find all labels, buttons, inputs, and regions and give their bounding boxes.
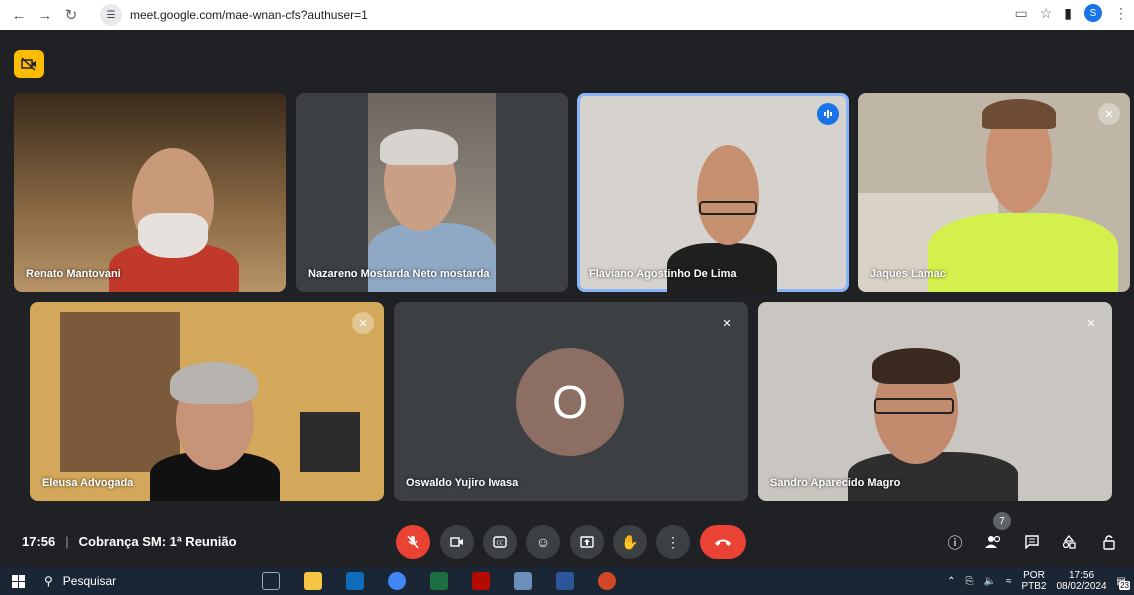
meeting-time: 17:56 <box>22 534 56 549</box>
volume-icon[interactable]: 🔈 <box>984 576 996 587</box>
network-icon[interactable]: ⎘ <box>966 576 974 587</box>
participant-figure <box>928 213 1118 292</box>
participant-figure <box>138 213 208 258</box>
clock-date: 08/02/2024 <box>1056 581 1107 592</box>
participant-tile[interactable]: O ✕ Oswaldo Yujiro Iwasa <box>394 302 748 501</box>
taskbar-search[interactable]: ⚲ Pesquisar <box>36 574 226 588</box>
mic-muted-icon: ✕ <box>1098 103 1120 125</box>
back-icon[interactable]: ← <box>8 4 30 26</box>
mic-toggle-button[interactable] <box>396 525 430 559</box>
speaking-indicator-icon <box>817 103 839 125</box>
participant-name: Eleusa Advogada <box>42 477 134 489</box>
language-code: POR <box>1023 570 1045 581</box>
participant-name: Renato Mantovani <box>26 268 121 280</box>
participant-figure <box>982 99 1056 129</box>
meeting-title: Cobrança SM: 1ª Reunião <box>78 534 237 549</box>
windows-start-icon[interactable] <box>0 567 36 595</box>
meet-stage: Renato Mantovani Nazareno Mostarda Neto … <box>0 30 1134 567</box>
activities-icon[interactable] <box>1057 530 1081 554</box>
meeting-details-icon[interactable]: ⓘ <box>943 530 967 554</box>
keyboard-language[interactable]: POR PTB2 <box>1021 570 1046 592</box>
chrome-icon[interactable] <box>388 572 406 590</box>
side-panel-icon[interactable]: ▮ <box>1064 5 1072 22</box>
participant-tile[interactable]: Nazareno Mostarda Neto mostarda <box>296 93 568 292</box>
participant-tile[interactable]: ✕ Jaques Lamac <box>858 93 1130 292</box>
meeting-info-separator: | <box>65 534 69 549</box>
meeting-controls-bar: 17:56 | Cobrança SM: 1ª Reunião CC ☺ ✋ ⋮… <box>0 512 1134 568</box>
participant-figure <box>872 348 960 384</box>
forward-icon[interactable]: → <box>34 4 56 26</box>
acrobat-icon[interactable] <box>472 572 490 590</box>
system-tray: ⌃ ⎘ 🔈 ≈ POR PTB2 17:56 08/02/2024 ▤23 <box>947 567 1130 595</box>
address-bar[interactable]: ☰ meet.google.com/mae-wnan-cfs?authuser=… <box>100 3 980 27</box>
file-explorer-icon[interactable] <box>304 572 322 590</box>
word-icon[interactable] <box>556 572 574 590</box>
powerpoint-icon[interactable] <box>598 572 616 590</box>
more-options-button[interactable]: ⋮ <box>656 525 690 559</box>
participant-tile[interactable]: Renato Mantovani <box>14 93 286 292</box>
mic-muted-icon: ✕ <box>1086 317 1096 330</box>
participant-figure <box>697 145 759 245</box>
search-icon: ⚲ <box>44 574 53 588</box>
leave-call-button[interactable] <box>700 525 746 559</box>
participant-avatar: O <box>516 348 624 456</box>
participant-name: Oswaldo Yujiro Iwasa <box>406 477 519 489</box>
tray-expand-icon[interactable]: ⌃ <box>947 576 955 587</box>
chat-icon[interactable] <box>1020 530 1044 554</box>
url-text: meet.google.com/mae-wnan-cfs?authuser=1 <box>130 8 368 22</box>
camera-off-badge-icon[interactable] <box>14 50 44 78</box>
mic-muted-icon: ✕ <box>722 317 732 330</box>
windows-taskbar: ⚲ Pesquisar ⌃ ⎘ 🔈 ≈ POR PTB2 17:56 08/02… <box>0 567 1134 595</box>
people-icon[interactable] <box>981 530 1005 554</box>
mic-muted-icon: ✕ <box>352 312 374 334</box>
captions-button[interactable]: CC <box>483 525 517 559</box>
participant-figure <box>380 129 458 165</box>
svg-text:CC: CC <box>497 541 504 547</box>
meeting-info: 17:56 | Cobrança SM: 1ª Reunião <box>22 534 237 549</box>
notification-count: 23 <box>1119 580 1130 590</box>
host-controls-icon[interactable] <box>1097 530 1121 554</box>
participant-figure <box>874 398 954 414</box>
site-info-icon[interactable]: ☰ <box>100 4 122 26</box>
emoji-reaction-button[interactable]: ☺ <box>526 525 560 559</box>
participant-tile[interactable]: ✕ Sandro Aparecido Magro <box>758 302 1112 501</box>
menu-kebab-icon[interactable]: ⋮ <box>1114 5 1128 22</box>
keyboard-layout: PTB2 <box>1021 581 1047 592</box>
raise-hand-button[interactable]: ✋ <box>613 525 647 559</box>
notes-icon[interactable] <box>514 572 532 590</box>
participant-name: Nazareno Mostarda Neto mostarda <box>308 268 490 280</box>
bookmark-star-icon[interactable]: ☆ <box>1040 5 1053 22</box>
camera-toggle-button[interactable] <box>440 525 474 559</box>
people-count-badge: 7 <box>993 512 1011 530</box>
notifications-icon[interactable]: ▤23 <box>1117 576 1130 590</box>
wifi-icon[interactable]: ≈ <box>1006 576 1012 587</box>
reload-icon[interactable]: ↻ <box>60 4 82 26</box>
participant-name: Sandro Aparecido Magro <box>770 477 901 489</box>
participant-figure <box>699 201 757 215</box>
browser-toolbar: ← → ↻ ☰ meet.google.com/mae-wnan-cfs?aut… <box>0 0 1134 30</box>
outlook-icon[interactable] <box>346 572 364 590</box>
present-screen-button[interactable] <box>570 525 604 559</box>
participant-name: Flaviano Agostinho De Lima <box>589 268 737 280</box>
excel-icon[interactable] <box>430 572 448 590</box>
participant-name: Jaques Lamac <box>870 268 946 280</box>
participant-figure <box>170 362 258 404</box>
participant-tile-speaking[interactable]: Flaviano Agostinho De Lima <box>577 93 849 292</box>
task-view-icon[interactable] <box>262 572 280 590</box>
clock-time: 17:56 <box>1069 570 1095 581</box>
clock[interactable]: 17:56 08/02/2024 <box>1056 570 1106 592</box>
participant-figure <box>368 223 496 292</box>
cast-icon[interactable]: ▭ <box>1014 5 1027 22</box>
participant-tile[interactable]: ✕ Eleusa Advogada <box>30 302 384 501</box>
profile-avatar[interactable]: S <box>1084 4 1102 22</box>
taskbar-search-placeholder: Pesquisar <box>62 574 117 588</box>
